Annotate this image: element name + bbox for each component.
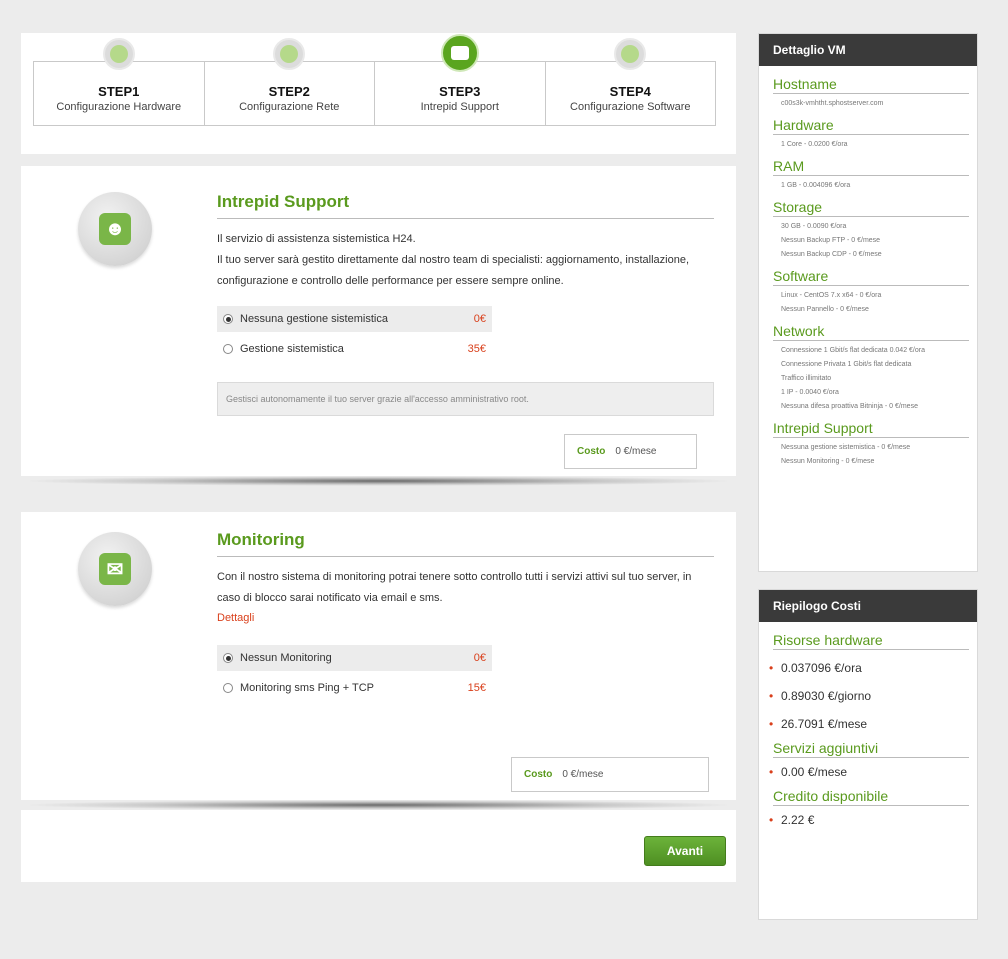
step-label: Configurazione Hardware [56, 101, 182, 113]
option-price: 35€ [467, 343, 486, 355]
vm-section-storage: Storage [773, 199, 969, 217]
details-link[interactable]: Dettagli [217, 609, 714, 627]
cost-value: 0 €/mese [562, 769, 604, 780]
cost-section-extra: Servizi aggiuntivi [773, 740, 969, 758]
cost-section-credit: Credito disponibile [773, 788, 969, 806]
option-label: Monitoring sms Ping + TCP [240, 682, 374, 694]
support-options: Nessuna gestione sistemistica 0€ Gestion… [217, 306, 492, 362]
vm-section-network: Network [773, 323, 969, 341]
monitoring-description: Con il nostro sistema di monitoring potr… [217, 571, 692, 604]
vm-item: Nessun Monitoring - 0 €/mese [773, 455, 969, 469]
panel-shadow [21, 800, 736, 810]
cost-summary-panel: Riepilogo Costi Risorse hardware 0.03709… [758, 589, 978, 920]
option-info-box: Gestisci autonomamente il tuo server gra… [217, 382, 714, 416]
globe-icon [273, 38, 306, 70]
vm-section-hardware: Hardware [773, 117, 969, 135]
monitoring-panel: ✉ Monitoring Con il nostro sistema di mo… [21, 512, 736, 800]
support-cost-box: Costo 0 €/mese [564, 434, 697, 469]
radio-button[interactable] [223, 653, 233, 663]
vm-section-ram: RAM [773, 158, 969, 176]
vm-item: c00s3k-vmhtht.sphostserver.com [773, 97, 969, 111]
option-price: 15€ [467, 682, 486, 694]
support-agent-icon: ☻ [78, 192, 152, 266]
cost-value: 0 €/mese [615, 446, 657, 457]
radio-button[interactable] [223, 314, 233, 324]
step-number: STEP2 [268, 84, 310, 99]
main-column: STEP1 Configurazione Hardware STEP2 Conf… [21, 33, 736, 882]
vm-item: 1 GB - 0.004096 €/ora [773, 179, 969, 193]
vm-section-software: Software [773, 268, 969, 286]
step-2[interactable]: STEP2 Configurazione Rete [205, 38, 375, 125]
steps-bar: STEP1 Configurazione Hardware STEP2 Conf… [33, 34, 716, 126]
cost-section-hardware: Risorse hardware [773, 632, 969, 650]
gears-icon [614, 38, 647, 70]
vm-section-hostname: Hostname [773, 76, 969, 94]
panel-shadow [21, 476, 736, 486]
cost-item: 2.22 € [769, 806, 969, 834]
vm-detail-panel: Dettaglio VM Hostname c00s3k-vmhtht.spho… [758, 33, 978, 572]
vm-item: Nessuna difesa proattiva Bitninja - 0 €/… [773, 400, 969, 414]
steps-wizard: STEP1 Configurazione Hardware STEP2 Conf… [21, 33, 736, 154]
option-label: Gestione sistemistica [240, 343, 344, 355]
step-number: STEP1 [98, 84, 140, 99]
section-title: Monitoring [217, 530, 714, 557]
option-price: 0€ [473, 313, 486, 325]
chat-bubble-icon: ✉ [78, 532, 152, 606]
step-1[interactable]: STEP1 Configurazione Hardware [34, 38, 205, 125]
vm-detail-title: Dettaglio VM [759, 34, 977, 66]
footer-row: Avanti [21, 810, 736, 882]
radio-button[interactable] [223, 344, 233, 354]
vm-item: 1 IP - 0.0040 €/ora [773, 386, 969, 400]
cost-item: 0.89030 €/giorno [769, 682, 969, 710]
radio-button[interactable] [223, 683, 233, 693]
cost-summary-title: Riepilogo Costi [759, 590, 977, 622]
vm-item: 30 GB - 0.0090 €/ora [773, 220, 969, 234]
support-description: Il tuo server sarà gestito direttamente … [217, 254, 690, 287]
vm-item: Nessun Backup CDP - 0 €/mese [773, 248, 969, 262]
option-label: Nessuna gestione sistemistica [240, 313, 388, 325]
step-label: Configurazione Software [570, 101, 691, 113]
vm-section-support: Intrepid Support [773, 420, 969, 438]
vm-item: Nessun Pannello - 0 €/mese [773, 303, 969, 317]
vm-item: Connessione 1 Gbit/s flat dedicata 0.042… [773, 344, 969, 358]
option-management[interactable]: Gestione sistemistica 35€ [217, 336, 492, 362]
option-label: Nessun Monitoring [240, 652, 332, 664]
step-4[interactable]: STEP4 Configurazione Software [546, 38, 716, 125]
monitor-icon [440, 34, 479, 72]
option-no-monitoring[interactable]: Nessun Monitoring 0€ [217, 645, 492, 671]
option-price: 0€ [473, 652, 486, 664]
chip-icon [102, 38, 135, 70]
section-title: Intrepid Support [217, 192, 714, 219]
vm-item: Nessuna gestione sistemistica - 0 €/mese [773, 441, 969, 455]
vm-item: Connessione Privata 1 Gbit/s flat dedica… [773, 358, 969, 372]
step-number: STEP3 [439, 84, 481, 99]
cost-item: 0.037096 €/ora [769, 654, 969, 682]
step-label: Configurazione Rete [239, 101, 340, 113]
next-button[interactable]: Avanti [644, 836, 726, 866]
step-label: Intrepid Support [420, 101, 499, 113]
monitoring-cost-box: Costo 0 €/mese [511, 757, 709, 792]
step-number: STEP4 [609, 84, 651, 99]
monitoring-options: Nessun Monitoring 0€ Monitoring sms Ping… [217, 645, 492, 701]
cost-item: 0.00 €/mese [769, 758, 969, 786]
support-panel: ☻ Intrepid Support Il servizio di assist… [21, 166, 736, 476]
cost-label: Costo [577, 446, 606, 457]
vm-item: Traffico illimitato [773, 372, 969, 386]
option-monitoring-sms[interactable]: Monitoring sms Ping + TCP 15€ [217, 675, 492, 701]
vm-item: Nessun Backup FTP - 0 €/mese [773, 234, 969, 248]
vm-item: 1 Core - 0.0200 €/ora [773, 138, 969, 152]
support-intro: Il servizio di assistenza sistemistica H… [217, 233, 416, 245]
cost-item: 26.7091 €/mese [769, 710, 969, 738]
step-3[interactable]: STEP3 Intrepid Support [375, 34, 546, 125]
option-no-management[interactable]: Nessuna gestione sistemistica 0€ [217, 306, 492, 332]
vm-item: Linux - CentOS 7.x x64 - 0 €/ora [773, 289, 969, 303]
cost-label: Costo [524, 769, 553, 780]
